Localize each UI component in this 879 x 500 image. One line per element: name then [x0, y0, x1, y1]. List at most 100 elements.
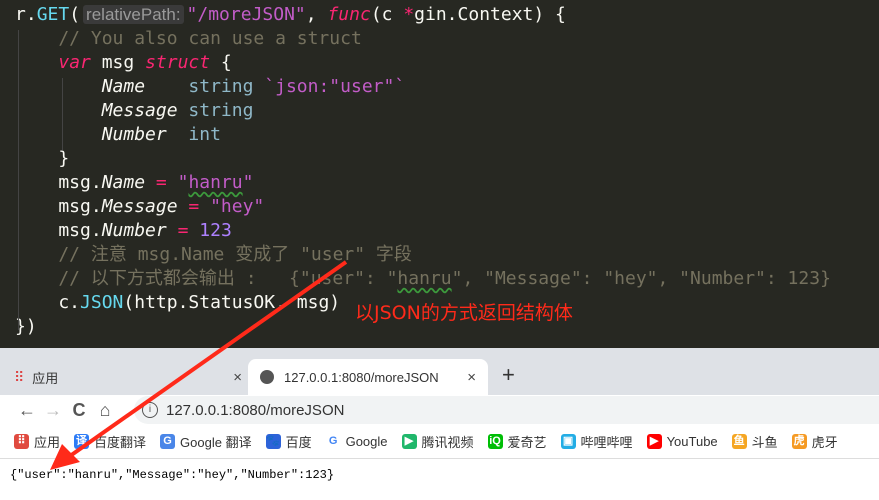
indent-guide	[62, 78, 63, 150]
bookmark-item[interactable]: ▶ YouTube	[646, 434, 718, 449]
bookmark-label: YouTube	[666, 434, 718, 449]
tab-label: 127.0.0.1:8080/moreJSON	[284, 369, 439, 385]
code-token: msg.	[15, 196, 102, 217]
bookmark-label: 百度	[285, 435, 312, 450]
bookmark-item[interactable]: ▣ 哔哩哔哩	[560, 432, 633, 451]
code-line: // You also can use a struct	[0, 27, 879, 51]
code-line: Message string	[0, 99, 879, 123]
code-line: // 注意 msg.Name 变成了 "user" 字段	[0, 243, 879, 267]
bookmark-label: 斗鱼	[751, 435, 778, 450]
bookmark-label: 腾讯视频	[421, 435, 474, 450]
code-token: // 以下方式都会输出 : {"user": "	[15, 268, 398, 289]
code-token: msg.	[15, 220, 102, 241]
tab-label: 应用	[32, 370, 59, 386]
code-token: =	[177, 220, 189, 241]
code-token: Name	[101, 172, 146, 193]
info-icon[interactable]: i	[142, 402, 158, 418]
bookmark-item[interactable]: ⠿ 应用	[14, 432, 60, 451]
browser-window: ⠿ 应用 × 127.0.0.1:8080/moreJSON × + ← → C…	[0, 348, 879, 500]
code-line: }	[0, 147, 879, 171]
annotation-text: 以JSON的方式返回结构体	[355, 302, 573, 324]
bookmark-icon: ▶	[401, 434, 417, 449]
code-token: ", "Message": "hey", "Number": 123}	[451, 268, 831, 289]
bookmark-label: 百度翻译	[94, 435, 147, 450]
code-editor[interactable]: r.GET(relativePath: "/moreJSON", func(c *…	[0, 0, 879, 348]
home-button[interactable]: ⌂	[92, 400, 118, 421]
code-token: Message	[101, 100, 178, 121]
bookmark-item[interactable]: G Google 翻译	[160, 432, 252, 451]
address-bar[interactable]: i 127.0.0.1:8080/moreJSON	[134, 396, 879, 424]
tab-morejson[interactable]: 127.0.0.1:8080/moreJSON ×	[248, 359, 488, 395]
close-tab-icon[interactable]: ×	[233, 369, 242, 386]
bookmark-label: Google 翻译	[180, 435, 252, 450]
code-token: "hey"	[199, 196, 265, 217]
page-content: {"user":"hanru","Message":"hey","Number"…	[10, 468, 335, 482]
bookmark-item[interactable]: ▶ 腾讯视频	[401, 432, 474, 451]
bookmark-label: 虎牙	[811, 435, 838, 450]
code-token: Name	[101, 76, 146, 97]
code-token: "/moreJSON"	[186, 4, 306, 25]
code-token: hanru	[397, 268, 452, 289]
bookmark-icon: 译	[74, 434, 90, 449]
close-tab-icon[interactable]: ×	[467, 369, 476, 386]
code-token: hanru	[188, 172, 243, 193]
code-token: Number	[101, 124, 167, 145]
bookmark-item[interactable]: 🐾 百度	[265, 432, 312, 451]
code-token: ,	[305, 4, 328, 25]
code-token: 123	[199, 220, 232, 241]
code-line: // 以下方式都会输出 : {"user": "hanru", "Message…	[0, 267, 879, 291]
bookmark-label: 应用	[34, 435, 61, 450]
bookmark-icon: ⠿	[14, 434, 29, 449]
reload-button[interactable]: C	[66, 400, 92, 421]
code-line: msg.Name = "hanru"	[0, 171, 879, 195]
bookmark-item[interactable]: 鱼斗鱼	[731, 432, 778, 451]
code-token: "	[166, 172, 189, 193]
code-token: gin.Context) {	[414, 4, 566, 25]
tab-apps[interactable]: ⠿ 应用 ×	[14, 359, 254, 395]
code-line: r.GET(relativePath: "/moreJSON", func(c *…	[0, 3, 879, 27]
bookmark-label: 哔哩哔哩	[580, 435, 633, 450]
code-token: "	[242, 172, 254, 193]
bookmark-item[interactable]: G Google	[325, 434, 388, 449]
code-token: *	[403, 4, 415, 25]
code-token: msg.	[15, 172, 102, 193]
back-button[interactable]: ←	[14, 400, 40, 421]
apps-grid-icon: ⠿	[14, 368, 25, 385]
bookmark-item[interactable]: 虎虎牙	[791, 432, 838, 451]
code-token: string	[188, 100, 254, 121]
address-text: 127.0.0.1:8080/moreJSON	[166, 401, 345, 419]
code-token: JSON	[80, 292, 124, 313]
forward-button[interactable]: →	[40, 400, 66, 421]
code-token: =	[155, 172, 167, 193]
bookmarks-bar: ⠿ 应用译百度翻译 G Google 翻译 🐾 百度 G Google ▶ 腾讯视频 iQ 爱奇艺 ▣ 哔…	[0, 425, 879, 459]
bookmark-icon: 鱼	[731, 434, 747, 449]
code-line: Number int	[0, 123, 879, 147]
code-token: var	[58, 52, 91, 73]
bookmark-label: Google	[345, 434, 388, 449]
code-token: string	[188, 76, 254, 97]
bookmark-icon: 虎	[791, 434, 807, 449]
code-token: func	[327, 4, 371, 25]
indent-guide	[18, 30, 19, 330]
code-token: =	[188, 196, 200, 217]
code-token: Message	[101, 196, 178, 217]
code-token: struct	[145, 52, 211, 73]
bookmark-item[interactable]: 译百度翻译	[74, 432, 146, 451]
bookmark-icon: ▣	[560, 434, 576, 449]
bookmark-icon: 🐾	[265, 434, 281, 449]
bookmark-icon: ▶	[646, 434, 662, 449]
bookmark-item[interactable]: iQ 爱奇艺	[487, 432, 547, 451]
code-token: Number	[101, 220, 167, 241]
new-tab-button[interactable]: +	[502, 362, 515, 388]
code-token: msg	[90, 52, 146, 73]
tab-bar: ⠿ 应用 × 127.0.0.1:8080/moreJSON × +	[0, 348, 879, 395]
